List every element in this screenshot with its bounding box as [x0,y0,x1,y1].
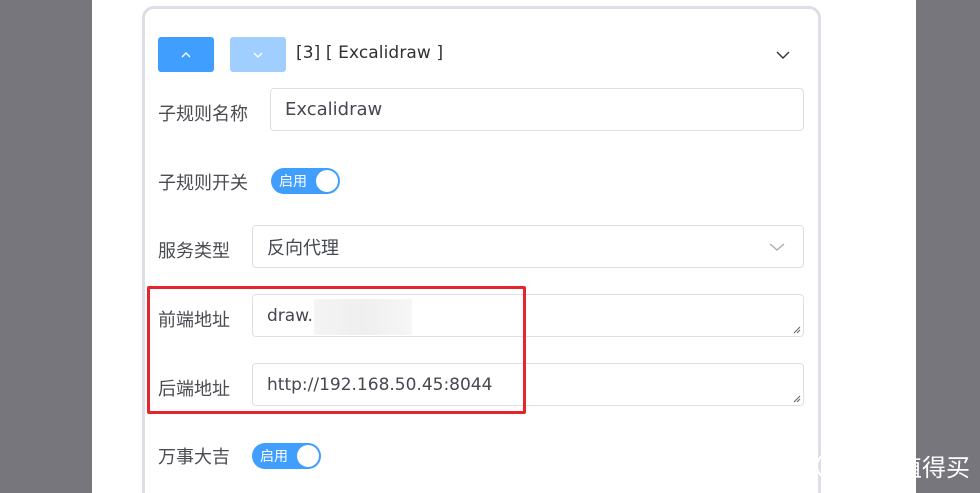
service-type-select[interactable]: 反向代理 [252,225,804,268]
sub-rule-switch[interactable]: 启用 [271,168,340,194]
switch-knob [316,170,338,192]
move-up-button[interactable] [158,37,214,72]
sub-rule-name-label: 子规则名称 [158,104,248,125]
annotation-highlight-box [147,286,526,414]
switch-knob [297,445,319,467]
chevron-down-icon [253,52,263,58]
chevron-down-icon [769,243,785,251]
wanshi-switch-text: 启用 [260,449,288,465]
sub-rule-title: [3] [ Excalidraw ] [296,43,444,63]
sub-rule-switch-label: 子规则开关 [158,173,248,194]
service-type-value: 反向代理 [267,237,339,259]
sub-rule-card: [3] [ Excalidraw ] 子规则名称 Excalidraw 子规则开… [142,6,821,493]
main-panel: [3] [ Excalidraw ] 子规则名称 Excalidraw 子规则开… [92,0,916,493]
chevron-up-icon [181,51,191,57]
watermark: 值 什么值得买 [816,448,970,483]
watermark-text: 什么值得买 [850,454,970,482]
sub-rule-switch-text: 启用 [279,174,307,190]
sub-rule-name-input[interactable]: Excalidraw [270,88,804,131]
service-type-label: 服务类型 [158,241,230,262]
resize-handle-icon[interactable] [792,325,801,334]
sub-rule-name-value: Excalidraw [285,99,383,120]
resize-handle-icon[interactable] [792,394,801,403]
watermark-logo-icon: 值 [816,451,844,480]
move-down-button[interactable] [230,37,286,72]
collapse-chevron-icon[interactable] [775,47,791,63]
wanshi-label: 万事大吉 [158,447,230,468]
wanshi-switch[interactable]: 启用 [252,443,321,469]
